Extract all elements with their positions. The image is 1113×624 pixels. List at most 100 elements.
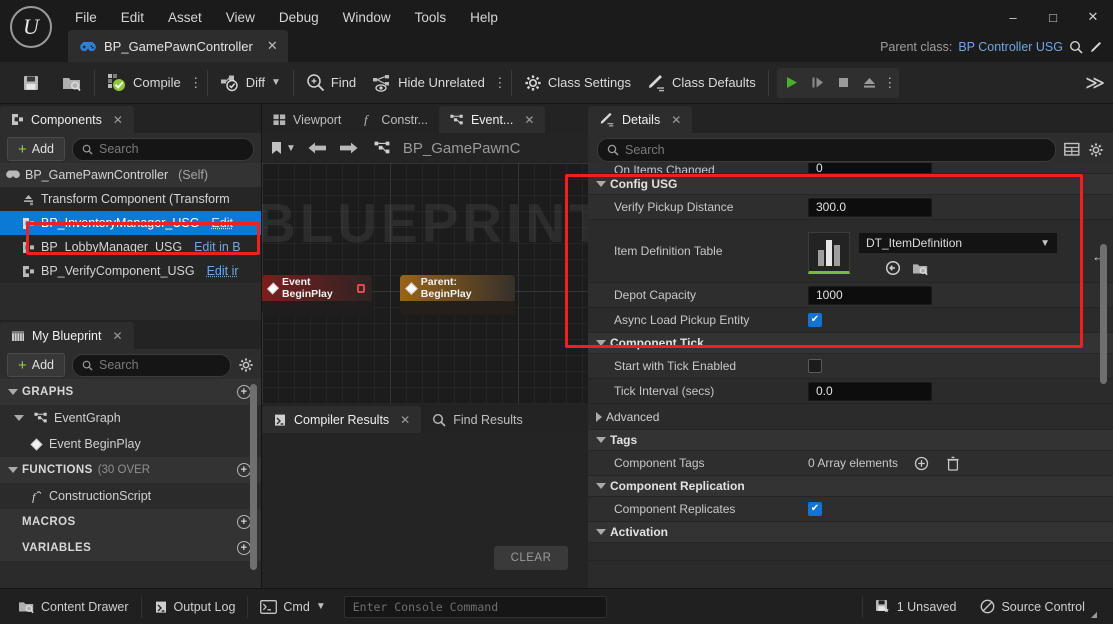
details-settings-gear-icon[interactable] bbox=[1088, 142, 1104, 158]
asset-tab-bp-gamepawncontroller[interactable]: BP_GamePawnController ✕ bbox=[68, 30, 288, 62]
minimize-button[interactable]: – bbox=[993, 0, 1033, 34]
columns-icon[interactable] bbox=[1064, 142, 1080, 157]
tab-compiler-results[interactable]: Compiler Results ✕ bbox=[262, 406, 422, 433]
add-array-element-icon[interactable] bbox=[912, 454, 930, 472]
tab-compiler-results-close-icon[interactable]: ✕ bbox=[400, 413, 410, 427]
tab-event-graph[interactable]: Event... ✕ bbox=[438, 106, 546, 133]
compile-button[interactable]: Compile bbox=[99, 66, 189, 100]
clear-results-button[interactable]: CLEAR bbox=[494, 546, 568, 570]
menu-tools[interactable]: Tools bbox=[404, 7, 458, 28]
row-verify-pickup-distance[interactable]: Verify Pickup Distance 300.0 bbox=[588, 195, 1113, 220]
add-macro-icon[interactable]: + bbox=[237, 515, 251, 529]
my-blueprint-search-input[interactable]: Search bbox=[72, 353, 231, 377]
row-eventgraph[interactable]: EventGraph bbox=[0, 405, 261, 431]
delete-array-icon[interactable] bbox=[944, 454, 962, 472]
details-search-input[interactable]: Search bbox=[597, 137, 1056, 162]
verify-pickup-distance-input[interactable]: 300.0 bbox=[808, 197, 932, 217]
tab-event-graph-close-icon[interactable]: ✕ bbox=[524, 113, 534, 127]
tab-my-blueprint[interactable]: My Blueprint ✕ bbox=[0, 322, 134, 349]
edit-link-lobbymanager[interactable]: Edit in B bbox=[194, 240, 241, 254]
diff-button[interactable]: Diff ▼ bbox=[212, 66, 289, 100]
component-replicates-checkbox[interactable] bbox=[808, 502, 822, 516]
content-drawer-button[interactable]: Content Drawer bbox=[6, 593, 141, 621]
node-parent-beginplay[interactable]: Parent: BeginPlay bbox=[400, 275, 515, 301]
parent-class-value[interactable]: BP Controller USG bbox=[958, 40, 1063, 54]
parent-class-search-icon[interactable] bbox=[1069, 40, 1083, 54]
row-constructionscript[interactable]: f ConstructionScript bbox=[0, 483, 261, 509]
category-macros[interactable]: MACROS + bbox=[0, 509, 261, 535]
section-header-component-replication[interactable]: Component Replication bbox=[588, 476, 1113, 497]
section-header-activation[interactable]: Activation bbox=[588, 522, 1113, 543]
row-async-load-pickup-entity[interactable]: Async Load Pickup Entity bbox=[588, 308, 1113, 333]
edit-link-inventorymanager[interactable]: Edit bbox=[211, 216, 233, 230]
menu-view[interactable]: View bbox=[215, 7, 266, 28]
category-variables[interactable]: VARIABLES + bbox=[0, 535, 261, 561]
depot-capacity-input[interactable]: 1000 bbox=[808, 285, 932, 305]
item-definition-table-combo[interactable]: DT_ItemDefinition ▼ bbox=[858, 232, 1058, 254]
category-functions[interactable]: FUNCTIONS (30 OVER + bbox=[0, 457, 261, 483]
category-graphs[interactable]: GRAPHS + bbox=[0, 379, 261, 405]
add-function-icon[interactable]: + bbox=[237, 463, 251, 477]
parent-class-edit-icon[interactable] bbox=[1089, 40, 1103, 54]
menu-asset[interactable]: Asset bbox=[157, 7, 213, 28]
tab-details[interactable]: Details ✕ bbox=[588, 106, 693, 133]
add-component-button[interactable]: + Add bbox=[7, 137, 66, 161]
graph-breadcrumb[interactable]: BP_GamePawnC bbox=[403, 140, 521, 157]
output-log-button[interactable]: Output Log bbox=[142, 593, 248, 621]
play-button[interactable] bbox=[779, 69, 805, 97]
row-component-tags[interactable]: Component Tags 0 Array elements bbox=[588, 451, 1113, 476]
eject-button[interactable] bbox=[857, 69, 883, 97]
step-button[interactable] bbox=[805, 69, 831, 97]
asset-tab-close-icon[interactable]: ✕ bbox=[267, 38, 278, 54]
start-with-tick-enabled-checkbox[interactable] bbox=[808, 359, 822, 373]
row-tick-interval[interactable]: Tick Interval (secs) 0.0 bbox=[588, 379, 1113, 404]
gear-icon[interactable] bbox=[238, 357, 254, 373]
menu-edit[interactable]: Edit bbox=[110, 7, 155, 28]
tree-row-bp-verifycomponent-usg[interactable]: BP_VerifyComponent_USG Edit ir bbox=[0, 259, 261, 283]
components-search-input[interactable]: Search bbox=[72, 137, 254, 161]
subsection-advanced[interactable]: Advanced bbox=[588, 404, 1113, 430]
maximize-button[interactable]: □ bbox=[1033, 0, 1073, 34]
row-start-with-tick-enabled[interactable]: Start with Tick Enabled bbox=[588, 354, 1113, 379]
tree-row-bp-lobbymanager-usg[interactable]: BP_LobbyManager_USG Edit in B bbox=[0, 235, 261, 259]
row-depot-capacity[interactable]: Depot Capacity 1000 bbox=[588, 283, 1113, 308]
my-blueprint-tab-close-icon[interactable]: ✕ bbox=[112, 329, 122, 343]
partial-row-value[interactable]: 0 bbox=[808, 163, 932, 173]
cmd-selector-button[interactable]: Cmd ▼ bbox=[248, 593, 337, 621]
components-tab-close-icon[interactable]: ✕ bbox=[113, 113, 123, 127]
menu-help[interactable]: Help bbox=[459, 7, 509, 28]
tree-row-self[interactable]: BP_GamePawnController (Self) bbox=[0, 163, 261, 187]
edit-link-verifycomponent[interactable]: Edit ir bbox=[207, 264, 239, 278]
partial-row-on-items-changed[interactable]: On Items Changed 0 bbox=[588, 163, 1113, 174]
close-window-button[interactable]: ✕ bbox=[1073, 0, 1113, 34]
tab-viewport[interactable]: Viewport bbox=[262, 106, 352, 133]
tab-components[interactable]: Components ✕ bbox=[0, 106, 134, 133]
stop-button[interactable] bbox=[831, 69, 857, 97]
console-command-input[interactable]: Enter Console Command bbox=[343, 595, 607, 618]
section-header-component-tick[interactable]: Component Tick bbox=[588, 333, 1113, 354]
async-load-pickup-entity-checkbox[interactable] bbox=[808, 313, 822, 327]
tab-details-close-icon[interactable]: ✕ bbox=[671, 113, 681, 127]
row-component-replicates[interactable]: Component Replicates bbox=[588, 497, 1113, 522]
source-control-button[interactable]: Source Control ◢ bbox=[968, 593, 1109, 621]
add-graph-icon[interactable]: + bbox=[237, 385, 251, 399]
find-button[interactable]: Find bbox=[298, 66, 364, 100]
toolbar-overflow-icon[interactable]: ≫ bbox=[1085, 72, 1105, 95]
use-selected-asset-icon[interactable] bbox=[884, 259, 902, 277]
tree-row-transform-component[interactable]: Transform Component (Transform bbox=[0, 187, 261, 211]
row-item-definition-table[interactable]: Item Definition Table DT_ItemDefinition … bbox=[588, 220, 1113, 283]
tab-construction-script[interactable]: f Constr... bbox=[352, 106, 439, 133]
compile-options-icon[interactable]: ⋮ bbox=[189, 68, 203, 98]
graph-canvas[interactable]: BLUEPRINT Event BeginPlay Parent: BeginP… bbox=[262, 163, 588, 404]
node-event-beginplay[interactable]: Event BeginPlay bbox=[262, 275, 372, 301]
section-header-config-usg[interactable]: Config USG bbox=[588, 174, 1113, 195]
hide-unrelated-options-icon[interactable]: ⋮ bbox=[493, 68, 507, 98]
class-settings-button[interactable]: Class Settings bbox=[516, 66, 639, 100]
menu-file[interactable]: File bbox=[64, 7, 108, 28]
tab-find-results[interactable]: Find Results bbox=[421, 406, 533, 433]
add-variable-icon[interactable]: + bbox=[237, 541, 251, 555]
menu-window[interactable]: Window bbox=[332, 7, 402, 28]
save-button[interactable] bbox=[14, 66, 48, 100]
browse-to-asset-icon[interactable] bbox=[911, 259, 929, 277]
details-scrollbar[interactable] bbox=[1100, 244, 1107, 384]
